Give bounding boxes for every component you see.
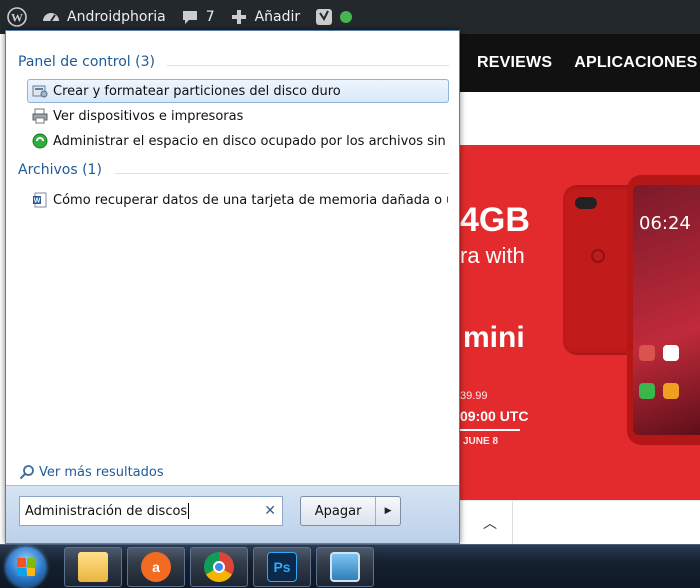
search-value: Administración de discos bbox=[25, 503, 188, 519]
phone-app-icon bbox=[639, 383, 655, 399]
chrome-icon bbox=[204, 552, 234, 582]
new-content-label: Añadir bbox=[254, 9, 301, 25]
result-item[interactable]: Crear y formatear particiones del disco … bbox=[27, 79, 449, 103]
taskbar-explorer-button[interactable] bbox=[64, 547, 122, 587]
shutdown-options-arrow-icon[interactable]: ▶ bbox=[376, 497, 400, 525]
taskbar-chrome-button[interactable] bbox=[190, 547, 248, 587]
explorer-icon bbox=[78, 552, 108, 582]
shutdown-button[interactable]: Apagar bbox=[301, 497, 377, 525]
result-label: Administrar el espacio en disco ocupado … bbox=[53, 133, 449, 149]
chevron-up-icon[interactable]: ︿ bbox=[483, 513, 497, 533]
start-menu: Panel de control (3) Crear y formatear p… bbox=[5, 30, 460, 544]
yoast-icon bbox=[314, 7, 334, 27]
banner-headline: 4GB bbox=[460, 201, 530, 239]
result-item[interactable]: W Cómo recuperar datos de una tarjeta de… bbox=[27, 188, 449, 212]
taskbar-image-viewer-button[interactable] bbox=[316, 547, 374, 587]
divider bbox=[115, 173, 449, 174]
see-more-results-link[interactable]: Ver más resultados bbox=[19, 464, 164, 480]
result-item[interactable]: Ver dispositivos e impresoras bbox=[27, 104, 449, 128]
search-results-pane: Panel de control (3) Crear y formatear p… bbox=[9, 34, 456, 485]
banner-subline: ra with bbox=[460, 243, 525, 268]
search-icon bbox=[19, 464, 35, 480]
green-recycle-icon bbox=[32, 133, 48, 149]
start-search-input[interactable]: Administración de discos ✕ bbox=[19, 496, 283, 526]
phone-screen: 06:24 bbox=[633, 185, 700, 435]
result-label: Ver dispositivos e impresoras bbox=[53, 108, 244, 124]
start-button[interactable] bbox=[6, 547, 46, 587]
app-icon bbox=[639, 345, 655, 361]
banner-slider bbox=[460, 429, 520, 431]
comments-link[interactable]: 7 bbox=[173, 0, 222, 34]
site-footer-strip: ︿ bbox=[455, 500, 700, 545]
shutdown-button-group: Apagar ▶ bbox=[300, 496, 401, 526]
printer-icon bbox=[32, 108, 48, 124]
nav-item-aplicaciones[interactable]: APLICACIONES bbox=[574, 54, 697, 72]
image-viewer-icon bbox=[330, 552, 360, 582]
group-title-panel-de-control: Panel de control (3) bbox=[18, 54, 155, 70]
divider bbox=[167, 65, 449, 66]
wordpress-icon: W bbox=[7, 7, 27, 27]
site-nav: REVIEWS APLICACIONES bbox=[455, 34, 700, 92]
dashboard-gauge-icon bbox=[41, 7, 61, 27]
windows-logo-icon bbox=[17, 558, 35, 576]
wordpress-logo-button[interactable]: W bbox=[0, 0, 34, 34]
seo-status-dot bbox=[340, 11, 353, 23]
site-name-label: Androidphoria bbox=[67, 9, 166, 25]
text-caret bbox=[188, 503, 190, 519]
disk-management-icon bbox=[32, 83, 48, 99]
photoshop-icon: Ps bbox=[267, 552, 297, 582]
new-content-link[interactable]: Añadir bbox=[222, 0, 308, 34]
word-document-icon: W bbox=[32, 192, 48, 208]
yoast-seo-menu[interactable] bbox=[307, 0, 359, 34]
phone-front-image: 06:24 bbox=[627, 175, 700, 445]
fingerprint-icon bbox=[591, 249, 605, 263]
app-icon bbox=[663, 345, 679, 361]
contacts-app-icon bbox=[663, 383, 679, 399]
wp-admin-bar: W Androidphoria 7 Añadir bbox=[0, 0, 700, 34]
taskbar-avast-button[interactable]: a bbox=[127, 547, 185, 587]
group-title-archivos: Archivos (1) bbox=[18, 162, 102, 178]
see-more-results-label: Ver más resultados bbox=[39, 464, 164, 480]
clear-search-icon[interactable]: ✕ bbox=[264, 503, 276, 519]
svg-text:W: W bbox=[34, 198, 41, 205]
result-label: Crear y formatear particiones del disco … bbox=[53, 83, 341, 99]
site-name-link[interactable]: Androidphoria bbox=[34, 0, 173, 34]
start-menu-footer: Administración de discos ✕ Apagar ▶ bbox=[6, 485, 459, 543]
divider bbox=[512, 501, 513, 545]
phone-clock: 06:24 bbox=[639, 213, 691, 234]
taskbar: a Ps bbox=[0, 544, 700, 588]
comment-bubble-icon bbox=[180, 7, 200, 27]
taskbar-photoshop-button[interactable]: Ps bbox=[253, 547, 311, 587]
promo-banner[interactable]: 4GB ra with mini 39.99 09:00 UTC JUNE 8 … bbox=[455, 145, 700, 500]
comments-count: 7 bbox=[205, 9, 215, 25]
banner-time: 09:00 UTC bbox=[460, 408, 529, 424]
banner-model: mini bbox=[463, 321, 525, 354]
banner-price: 39.99 bbox=[460, 390, 488, 402]
plus-icon bbox=[229, 7, 249, 27]
nav-item-reviews[interactable]: REVIEWS bbox=[477, 54, 552, 72]
banner-date: JUNE 8 bbox=[463, 436, 499, 447]
svg-text:W: W bbox=[11, 11, 23, 25]
avast-icon: a bbox=[141, 552, 171, 582]
result-label: Cómo recuperar datos de una tarjeta de m… bbox=[53, 192, 449, 208]
phone-camera-icon bbox=[575, 197, 597, 209]
result-item[interactable]: Administrar el espacio en disco ocupado … bbox=[27, 129, 449, 153]
